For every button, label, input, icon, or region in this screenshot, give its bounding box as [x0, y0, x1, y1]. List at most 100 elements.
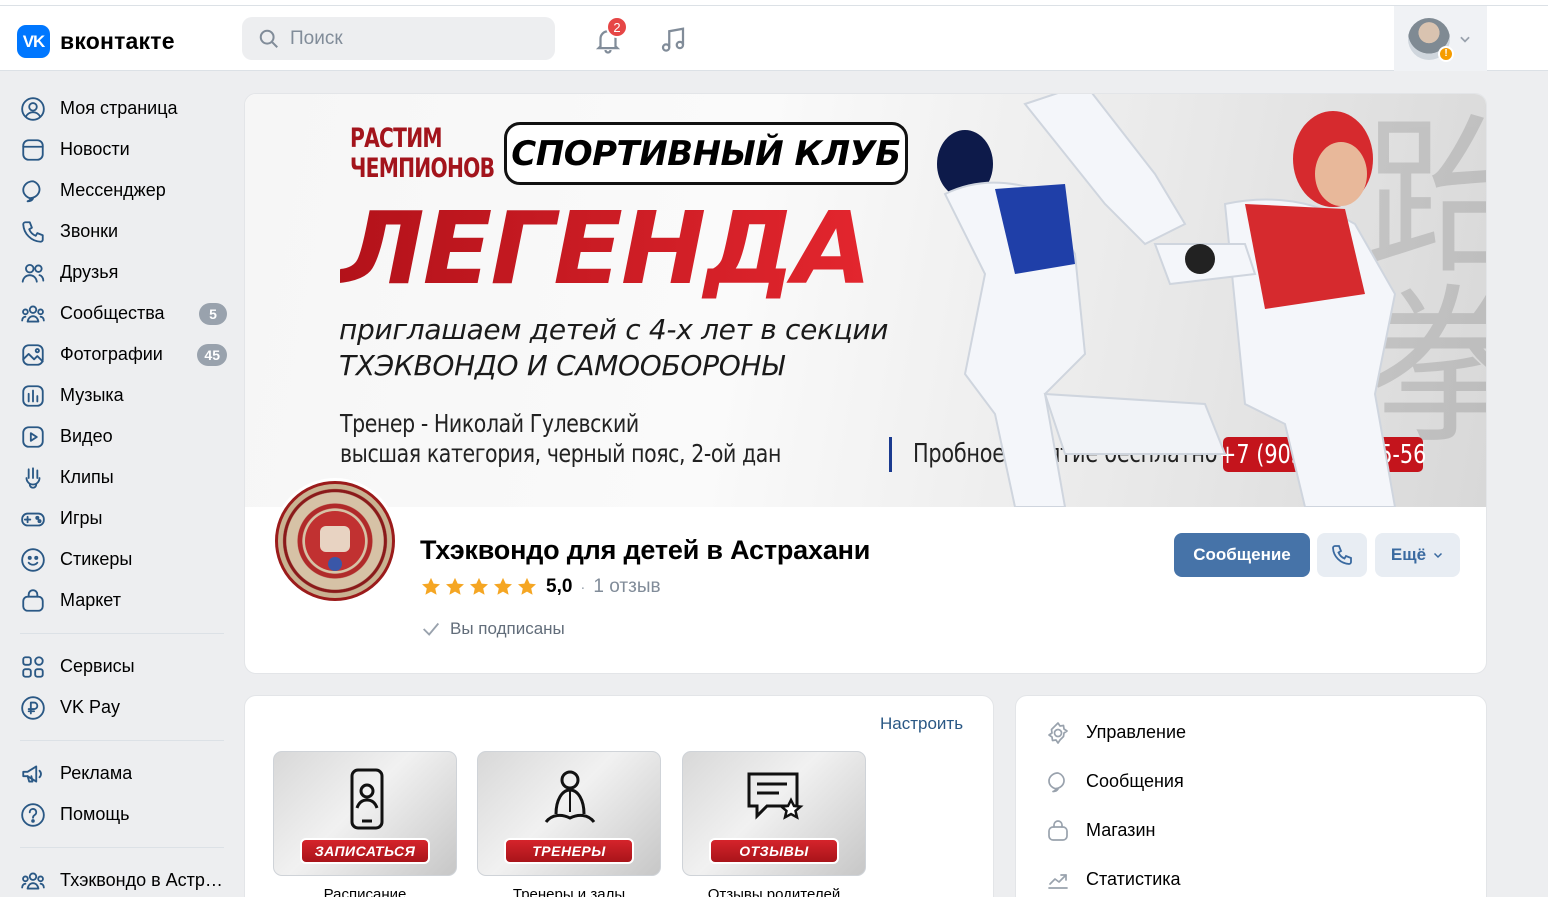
sidebar-item[interactable]: Музыка: [0, 375, 240, 416]
sidebar-item-label: Сервисы: [60, 656, 135, 676]
manage-item-label: Статистика: [1086, 869, 1181, 889]
sidebar-item[interactable]: Помощь: [0, 794, 240, 835]
top-header: VK вконтакте 2 !: [0, 6, 1548, 71]
sidebar-item-label: Мессенджер: [60, 180, 166, 200]
manage-item[interactable]: Магазин: [1016, 806, 1486, 855]
sidebar-item-label: Моя страница: [60, 98, 178, 118]
vk-logo-icon: VK: [17, 25, 50, 58]
photos-icon: [22, 343, 44, 366]
subscription-status[interactable]: Вы подписаны: [420, 618, 565, 640]
sidebar-item[interactable]: Сообщества 5: [0, 293, 240, 334]
more-button[interactable]: Ещё: [1375, 533, 1460, 577]
message-button[interactable]: Сообщение: [1174, 533, 1310, 577]
clips-icon: [25, 466, 41, 489]
more-button-label: Ещё: [1390, 545, 1427, 564]
sidebar-item[interactable]: Новости: [0, 129, 240, 170]
sidebar-item-label: Помощь: [60, 804, 130, 824]
cover-invite: приглашаем детей с 4-х лет в секции ТХЭК…: [339, 312, 889, 384]
coach-icon: [544, 770, 596, 823]
friends-icon: [21, 263, 45, 283]
sidebar-item[interactable]: Сервисы: [0, 646, 240, 687]
fist-emblem-icon: [305, 511, 365, 571]
sidebar-item[interactable]: Маркет: [0, 580, 240, 621]
menu-tile-caption[interactable]: Расписание: [273, 886, 457, 897]
reviews-link[interactable]: 1 отзыв: [593, 576, 660, 598]
configure-link[interactable]: Настроить: [880, 714, 963, 734]
help-icon: [21, 802, 45, 827]
menu-tile-caption[interactable]: Отзывы родителей: [682, 886, 866, 897]
menu-tile[interactable]: ТРЕНЕРЫ: [477, 751, 661, 876]
search-box[interactable]: [242, 17, 555, 60]
manage-item[interactable]: Сообщения: [1016, 757, 1486, 806]
sidebar-item[interactable]: Звонки: [0, 211, 240, 252]
sidebar-item-label: Стикеры: [60, 549, 133, 569]
menu-tile[interactable]: ОТЗЫВЫ: [682, 751, 866, 876]
vk-logo[interactable]: VK вконтакте: [17, 25, 175, 58]
phone-user-icon: [350, 768, 384, 830]
sidebar-divider: [20, 633, 224, 634]
cover-divider: [889, 437, 892, 472]
cover-invite-line1: приглашаем детей с 4-х лет в секции: [339, 313, 889, 346]
cover-coach-line1: Тренер - Николай Гулевский: [340, 409, 639, 438]
sidebar-item-label: Музыка: [60, 385, 124, 405]
sidebar-item[interactable]: Реклама: [0, 753, 240, 794]
cover-invite-line2: ТХЭКВОНДО И САМООБОРОНЫ: [339, 349, 784, 382]
sidebar-item[interactable]: VK Pay: [0, 687, 240, 728]
sidebar-item[interactable]: Стикеры: [0, 539, 240, 580]
subscription-label: Вы подписаны: [450, 619, 565, 638]
sidebar-item[interactable]: Мессенджер: [0, 170, 240, 211]
star-icon: [518, 577, 536, 595]
call-button[interactable]: [1317, 533, 1367, 577]
gamepad-icon: [21, 512, 45, 526]
notifications-badge: 2: [606, 16, 628, 38]
smile-icon: [21, 547, 45, 572]
menu-tile-banner: ОТЗЫВЫ: [709, 838, 839, 864]
community-avatar[interactable]: [272, 478, 398, 604]
manage-item[interactable]: Статистика: [1016, 855, 1486, 897]
megaphone-icon: [22, 764, 42, 783]
search-icon: [259, 29, 278, 48]
phone-icon: [22, 220, 44, 243]
menu-tile[interactable]: ЗАПИСАТЬСЯ: [273, 751, 457, 876]
stats-icon: [1048, 873, 1068, 889]
star-icon: [422, 577, 440, 595]
sidebar-item[interactable]: Игры: [0, 498, 240, 539]
sidebar-item[interactable]: Видео: [0, 416, 240, 457]
sidebar-item[interactable]: Фотографии 45: [0, 334, 240, 375]
sidebar-item[interactable]: Тхэквондо в Астраханиhellip: [0, 860, 240, 897]
cover-slogan: РАСТИМ ЧЕМПИОНОВ: [350, 124, 495, 184]
profile-menu[interactable]: !: [1394, 6, 1487, 71]
communities-icon: [21, 304, 45, 323]
sidebar-item[interactable]: Моя страница: [0, 88, 240, 129]
search-input[interactable]: [290, 27, 540, 50]
manage-item[interactable]: Управление: [1016, 708, 1486, 757]
gear-icon: [1048, 721, 1068, 744]
music-icon[interactable]: [658, 25, 688, 55]
community-name: Тхэквондо для детей в Астрахани: [420, 535, 871, 565]
sidebar-item-label: Реклама: [60, 763, 133, 783]
star-icon: [494, 577, 512, 595]
sidebar-item-label: Фотографии: [60, 344, 163, 364]
sidebar-item-label: Клипы: [60, 467, 114, 487]
chevron-down-icon: [1460, 36, 1470, 43]
profile-warning-badge: !: [1438, 45, 1454, 62]
sidebar-item-label: Сообщества: [60, 303, 165, 323]
communities-icon: [21, 871, 45, 890]
phone-icon: [1332, 545, 1352, 565]
chat-bubble-icon: [1048, 771, 1065, 792]
sidebar-item-label: Видео: [60, 426, 113, 446]
sidebar-item[interactable]: Клипы: [0, 457, 240, 498]
cover-club-name: ЛЕГЕНДА: [340, 190, 872, 307]
sidebar-item-label: Друзья: [60, 262, 119, 282]
menu-tile-caption[interactable]: Тренеры и залы: [477, 886, 661, 897]
menu-tile-banner: ТРЕНЕРЫ: [504, 838, 634, 864]
services-icon: [22, 655, 44, 678]
vk-logo-text: вконтакте: [60, 28, 175, 54]
bag-icon: [1048, 819, 1068, 841]
community-header-card: 跆拳 РАСТИМ ЧЕМПИОНОВ СПОРТИВНЫЙ КЛУБ ЛЕГЕ…: [244, 93, 1487, 674]
sidebar-item[interactable]: Друзья: [0, 252, 240, 293]
community-rating[interactable]: 5,0 · 1 отзыв: [420, 576, 661, 598]
news-icon: [22, 138, 44, 161]
manage-item-label: Магазин: [1086, 820, 1156, 840]
music-icon: [22, 384, 44, 407]
